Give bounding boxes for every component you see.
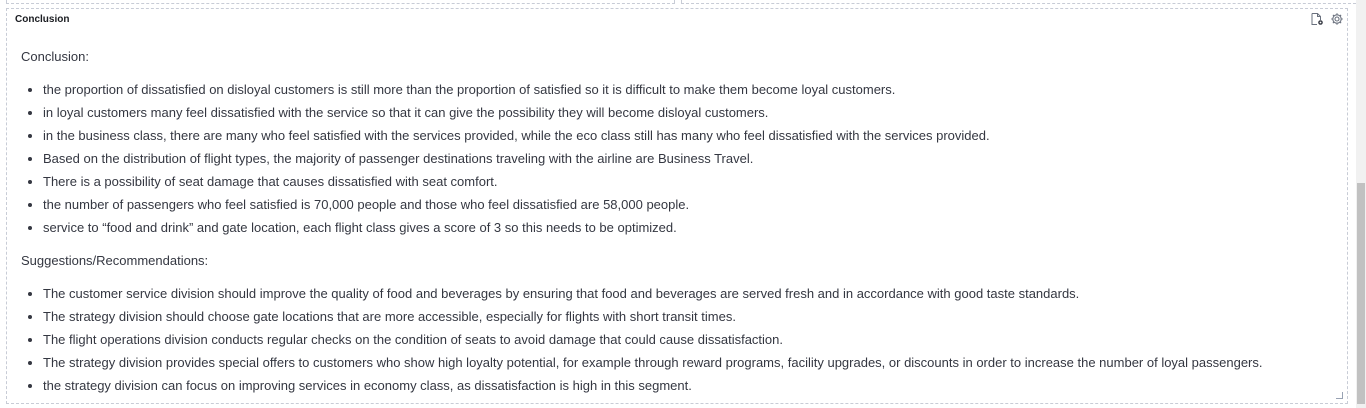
conclusion-list: the proportion of dissatisfied on disloy… bbox=[21, 78, 1263, 239]
adjacent-panel-right-border bbox=[681, 0, 1356, 4]
panel-actions bbox=[1310, 12, 1344, 26]
list-item: service to “food and drink” and gate loc… bbox=[43, 216, 1263, 239]
vertical-scrollbar[interactable] bbox=[1356, 0, 1366, 408]
list-item: in the business class, there are many wh… bbox=[43, 124, 1263, 147]
list-item: There is a possibility of seat damage th… bbox=[43, 170, 1263, 193]
panel-title: Conclusion bbox=[15, 14, 70, 25]
document-gear-icon[interactable] bbox=[1310, 12, 1324, 26]
markdown-content: Conclusion: the proportion of dissatisfi… bbox=[21, 45, 1263, 407]
scrollbar-thumb[interactable] bbox=[1357, 183, 1365, 404]
suggestions-list: The customer service division should imp… bbox=[21, 282, 1263, 397]
list-item: The customer service division should imp… bbox=[43, 282, 1263, 305]
resize-handle[interactable] bbox=[1336, 392, 1343, 399]
list-item: Based on the distribution of flight type… bbox=[43, 147, 1263, 170]
list-item: The strategy division provides special o… bbox=[43, 351, 1263, 374]
gear-icon[interactable] bbox=[1330, 12, 1344, 26]
list-item: The flight operations division conducts … bbox=[43, 328, 1263, 351]
adjacent-panel-left-border bbox=[6, 0, 675, 4]
list-item: the proportion of dissatisfied on disloy… bbox=[43, 78, 1263, 101]
list-item: the strategy division can focus on impro… bbox=[43, 374, 1263, 397]
list-item: in loyal customers many feel dissatisfie… bbox=[43, 101, 1263, 124]
list-item: The strategy division should choose gate… bbox=[43, 305, 1263, 328]
suggestions-heading: Suggestions/Recommendations: bbox=[21, 253, 209, 268]
conclusion-panel: Conclusion Conclusion: the pro bbox=[6, 8, 1348, 404]
list-item: the number of passengers who feel satisf… bbox=[43, 193, 1263, 216]
conclusion-heading: Conclusion: bbox=[21, 49, 89, 64]
